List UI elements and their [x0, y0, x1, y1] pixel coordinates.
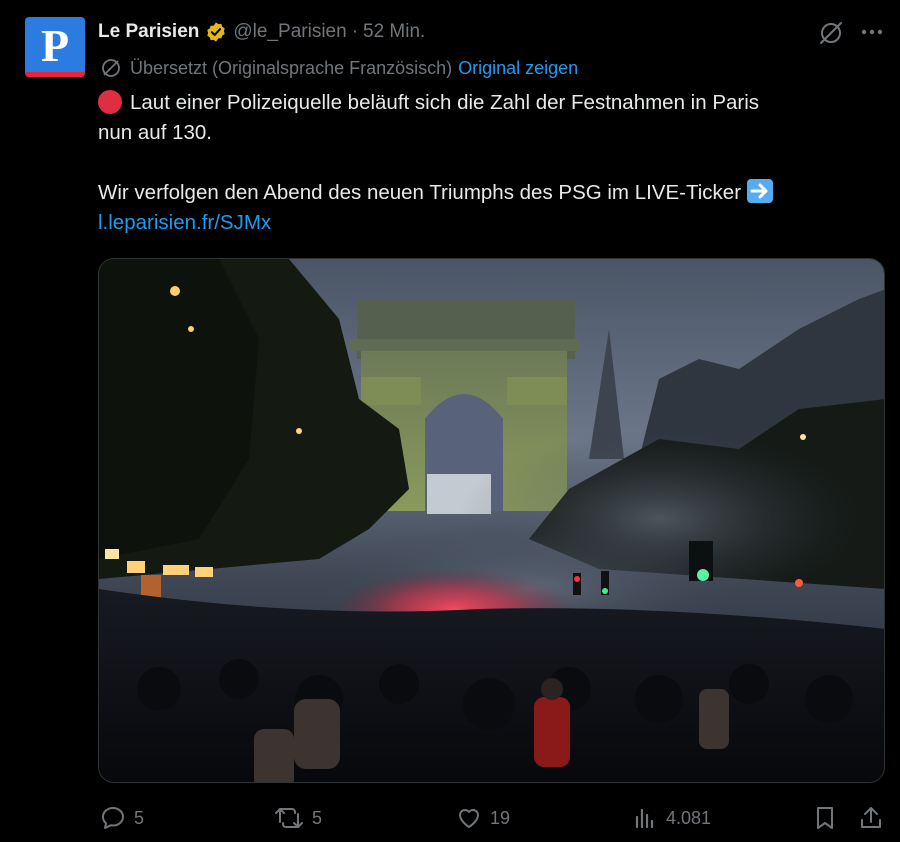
- like-count: 19: [490, 807, 511, 828]
- reply-button[interactable]: 5: [100, 798, 144, 838]
- heart-icon: [459, 809, 479, 828]
- bookmark-button[interactable]: [812, 798, 838, 838]
- retweet-button[interactable]: 5: [274, 798, 322, 838]
- red-circle-emoji: [98, 90, 122, 114]
- retweet-count: 5: [312, 807, 323, 828]
- reply-count: 5: [134, 807, 145, 828]
- right-arrow-emoji-icon: [747, 179, 774, 203]
- more-icon[interactable]: [858, 20, 886, 44]
- author-handle[interactable]: @le_Parisien: [233, 21, 346, 43]
- translate-icon: [102, 59, 120, 77]
- share-icon: [861, 807, 881, 828]
- views-icon: [635, 808, 654, 829]
- tweet-text: Laut einer Polizeiquelle beläuft sich di…: [98, 88, 868, 238]
- views-button[interactable]: 4.081: [632, 798, 711, 838]
- retweet-icon: [275, 808, 303, 828]
- avatar[interactable]: P: [25, 17, 85, 77]
- avatar-stripe: [25, 72, 85, 77]
- tweet-link[interactable]: l.leparisien.fr/SJMx: [98, 211, 271, 234]
- share-button[interactable]: [858, 798, 884, 838]
- translation-label: Übersetzt (Originalsprache Französisch): [130, 57, 453, 78]
- translation-bar: Übersetzt (Originalsprache Französisch) …: [100, 56, 578, 80]
- tweet-text-line2: nun auf 130.: [98, 121, 212, 144]
- like-button[interactable]: 19: [456, 798, 510, 838]
- avatar-letter: P: [40, 20, 70, 71]
- bookmark-icon: [817, 807, 833, 829]
- verified-badge-icon[interactable]: [205, 21, 227, 43]
- grok-icon[interactable]: [818, 20, 844, 46]
- show-original-link[interactable]: Original zeigen: [458, 58, 578, 79]
- views-count: 4.081: [666, 807, 712, 828]
- reply-icon: [102, 807, 124, 829]
- tweet-text-line3: Wir verfolgen den Abend des neuen Triump…: [98, 181, 742, 204]
- tweet-text-line1: Laut einer Polizeiquelle beläuft sich di…: [130, 91, 760, 114]
- header-separator: ·: [351, 21, 359, 42]
- action-bar: 5 5 19 4.081: [0, 798, 900, 838]
- author-name[interactable]: Le Parisien: [98, 21, 199, 43]
- tweet-header: Le Parisien @le_Parisien · 52 Min.: [98, 19, 425, 45]
- tweet-photo[interactable]: [98, 258, 885, 783]
- photo-arc-de-triomphe-crowd-icon: [99, 259, 884, 782]
- tweet-time[interactable]: 52 Min.: [363, 21, 425, 43]
